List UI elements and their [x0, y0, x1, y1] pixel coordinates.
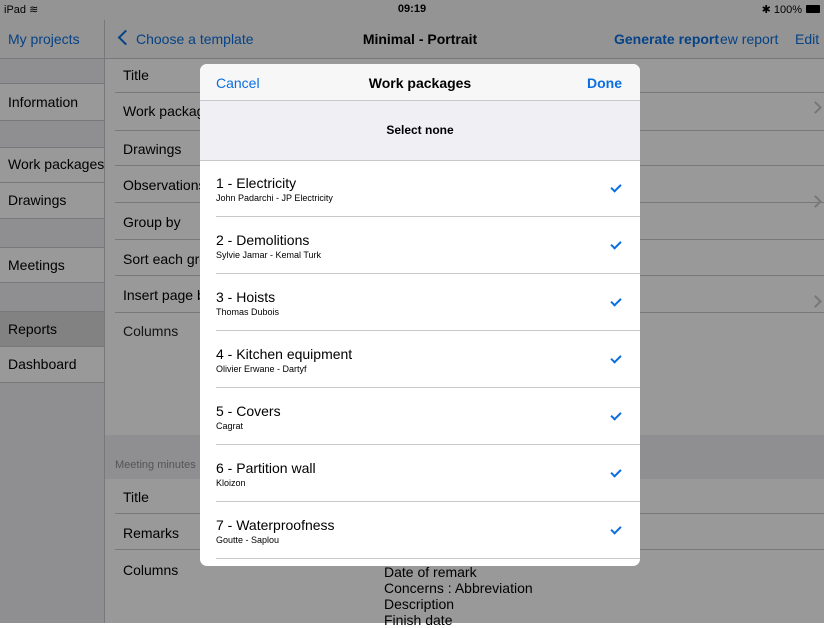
work-packages-modal: Work packages Cancel Done Select none 1 … — [200, 64, 640, 566]
row-divider — [216, 558, 640, 559]
select-none-button[interactable]: Select none — [200, 101, 640, 161]
cancel-button[interactable]: Cancel — [216, 75, 260, 91]
list-item[interactable]: 5 - Covers Cagrat — [200, 389, 640, 445]
checkmark-icon — [610, 352, 622, 364]
checkmark-icon — [610, 523, 622, 535]
work-package-list[interactable]: 1 - Electricity John Padarchi - JP Elect… — [200, 161, 640, 566]
select-none-label: Select none — [386, 123, 454, 137]
list-item[interactable]: 1 - Electricity John Padarchi - JP Elect… — [200, 161, 640, 217]
row-divider — [216, 273, 640, 274]
list-item-title: 4 - Kitchen equipment — [216, 346, 353, 362]
list-item[interactable]: 6 - Partition wall Kloizon — [200, 446, 640, 502]
list-item-subtitle: Thomas Dubois — [216, 307, 280, 317]
row-divider — [216, 216, 640, 217]
modal-header: Work packages Cancel Done — [200, 64, 640, 101]
list-item-title: 5 - Covers — [216, 403, 281, 419]
list-item-title: 3 - Hoists — [216, 289, 276, 305]
row-divider — [216, 387, 640, 388]
done-button[interactable]: Done — [587, 75, 622, 91]
list-item-subtitle: Olivier Erwane - Dartyf — [216, 364, 307, 374]
list-item[interactable]: 7 - Waterproofness Goutte - Saplou — [200, 503, 640, 559]
checkmark-icon — [610, 181, 622, 193]
modal-title: Work packages — [368, 75, 472, 91]
list-item-subtitle: John Padarchi - JP Electricity — [216, 193, 333, 203]
list-item-subtitle: Sylvie Jamar - Kemal Turk — [216, 250, 322, 260]
list-item-title: 7 - Waterproofness — [216, 517, 335, 533]
list-item-title: 2 - Demolitions — [216, 232, 310, 248]
list-item[interactable]: 3 - Hoists Thomas Dubois — [200, 275, 640, 331]
list-item-subtitle: Cagrat — [216, 421, 244, 431]
list-item-title: 1 - Electricity — [216, 175, 297, 191]
list-item-subtitle: Goutte - Saplou — [216, 535, 280, 545]
list-item[interactable]: 4 - Kitchen equipment Olivier Erwane - D… — [200, 332, 640, 388]
list-item-subtitle: Kloizon — [216, 478, 246, 488]
checkmark-icon — [610, 238, 622, 250]
list-item[interactable]: 2 - Demolitions Sylvie Jamar - Kemal Tur… — [200, 218, 640, 274]
row-divider — [216, 501, 640, 502]
row-divider — [216, 444, 640, 445]
list-item-title: 6 - Partition wall — [216, 460, 316, 476]
checkmark-icon — [610, 295, 622, 307]
checkmark-icon — [610, 409, 622, 421]
row-divider — [216, 330, 640, 331]
checkmark-icon — [610, 466, 622, 478]
